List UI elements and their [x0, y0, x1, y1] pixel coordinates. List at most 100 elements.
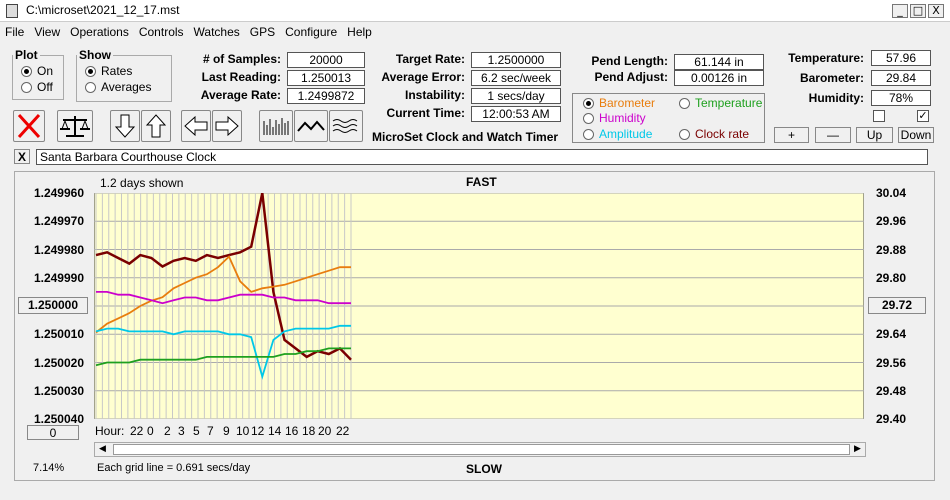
minus-button[interactable]: —: [815, 127, 851, 143]
arrow-left-icon: [184, 115, 208, 137]
hour-tick: 18: [302, 424, 316, 438]
show-rates-radio[interactable]: Rates: [85, 63, 171, 79]
plot-legend: Plot: [15, 48, 38, 62]
close-window-button[interactable]: X: [928, 4, 944, 18]
barometer-label: Barometer:: [799, 71, 864, 85]
sensor-humidity-radio[interactable]: Humidity: [583, 111, 646, 125]
left-tick-label: 1.249990: [33, 270, 84, 285]
scale-icon: [60, 116, 90, 137]
average-rate-label: Average Rate:: [200, 88, 281, 102]
show-averages-radio[interactable]: Averages: [85, 79, 171, 95]
bar-view-button[interactable]: [259, 110, 293, 142]
arrow-up-icon: [145, 114, 167, 138]
plot-off-label: Off: [37, 80, 53, 94]
sensor-temperature-label: Temperature: [695, 96, 763, 110]
scroll-up-button[interactable]: [141, 110, 171, 142]
scroll-left-button[interactable]: [181, 110, 211, 142]
app-icon: [6, 4, 18, 18]
maximize-button[interactable]: □: [910, 4, 926, 18]
wave-icon: [297, 120, 325, 132]
radio-dot: [85, 65, 96, 77]
scroll-right-button[interactable]: [212, 110, 242, 142]
sensor-selector: Barometer Temperature Humidity Amplitude…: [572, 93, 765, 143]
smooth-view-button[interactable]: [329, 110, 363, 142]
red-x-icon: [17, 113, 41, 139]
menu-help[interactable]: Help: [342, 22, 377, 39]
line-view-button[interactable]: [294, 110, 328, 142]
sensor-clockrate-label: Clock rate: [695, 127, 750, 141]
humidity-label: Humidity:: [808, 91, 864, 105]
humidity-value: 78%: [871, 90, 931, 106]
option-checkbox-1[interactable]: [873, 110, 885, 122]
hour-tick: 12: [251, 424, 265, 438]
hour-tick: 14: [268, 424, 282, 438]
temperature-label: Temperature:: [788, 51, 864, 65]
hour-tick: 7: [207, 424, 214, 438]
up-button[interactable]: Up: [856, 127, 893, 143]
multi-wave-icon: [332, 119, 358, 133]
scroll-right-arrow-icon[interactable]: ▶: [850, 443, 865, 456]
menu-view[interactable]: View: [29, 22, 65, 39]
radio-dot: [583, 97, 594, 109]
hour-tick: 22: [336, 424, 350, 438]
balance-button[interactable]: [57, 110, 93, 142]
menu-watches[interactable]: Watches: [189, 22, 245, 39]
hour-tick: 22: [130, 424, 144, 438]
hour-tick: 20: [318, 424, 332, 438]
stop-button[interactable]: [13, 110, 45, 142]
center-barometer-button[interactable]: 29.72: [868, 297, 926, 314]
plot-on-radio[interactable]: On: [21, 63, 63, 79]
menu-configure[interactable]: Configure: [280, 22, 342, 39]
average-rate-value: 1.2499872: [287, 88, 365, 104]
pend-length-value: 61.144 in: [674, 54, 764, 70]
menu-operations[interactable]: Operations: [65, 22, 134, 39]
menu-file[interactable]: File: [0, 22, 29, 39]
sensor-clockrate-radio[interactable]: Clock rate: [679, 127, 749, 141]
horizontal-scrollbar[interactable]: ◀ ▶: [94, 442, 866, 457]
minimize-button[interactable]: _: [892, 4, 908, 18]
sensor-amplitude-radio[interactable]: Amplitude: [583, 127, 652, 141]
right-tick-label: 29.80: [876, 270, 907, 285]
title-bar: C:\microset\2021_12_17.mst _ □ X: [0, 0, 950, 22]
clock-name-field[interactable]: Santa Barbara Courthouse Clock: [36, 149, 928, 165]
target-rate-label: Target Rate:: [395, 52, 465, 66]
menu-controls[interactable]: Controls: [134, 22, 189, 39]
percent-readout: 7.14%: [33, 462, 65, 474]
arrow-right-icon: [215, 115, 239, 137]
chart-plot: [94, 193, 864, 419]
offset-button[interactable]: 0: [27, 425, 79, 440]
last-reading-label: Last Reading:: [201, 70, 281, 84]
right-tick-label: 29.88: [876, 242, 907, 257]
plot-group: Plot On Off: [12, 48, 64, 100]
window-title: C:\microset\2021_12_17.mst: [26, 3, 180, 17]
plus-button[interactable]: +: [774, 127, 809, 143]
scroll-down-button[interactable]: [110, 110, 140, 142]
center-rate-button[interactable]: 1.250000: [18, 297, 88, 314]
sensor-amplitude-label: Amplitude: [599, 127, 653, 141]
left-tick-label: 1.250010: [33, 327, 84, 342]
clear-name-button[interactable]: X: [14, 149, 30, 164]
scrollbar-thumb[interactable]: [113, 444, 850, 455]
down-button[interactable]: Down: [898, 127, 934, 143]
instability-label: Instability:: [404, 88, 465, 102]
target-rate-value: 1.2500000: [471, 52, 561, 68]
average-error-label: Average Error:: [381, 70, 465, 84]
hour-tick: 10: [236, 424, 250, 438]
sensor-barometer-radio[interactable]: Barometer: [583, 96, 655, 110]
show-averages-label: Averages: [101, 80, 152, 94]
option-checkbox-2[interactable]: ✓: [917, 110, 929, 122]
pend-length-label: Pend Length:: [591, 54, 668, 68]
right-tick-label: 29.40: [876, 412, 907, 426]
hour-label: Hour:: [95, 424, 125, 438]
right-tick-label: 29.64: [876, 327, 907, 342]
sensor-temperature-radio[interactable]: Temperature: [679, 96, 762, 110]
right-tick-label: 29.48: [876, 383, 907, 398]
bars-icon: [263, 118, 289, 135]
plot-off-radio[interactable]: Off: [21, 79, 63, 95]
sensor-barometer-label: Barometer: [599, 96, 656, 110]
scroll-left-arrow-icon[interactable]: ◀: [95, 443, 110, 456]
menu-gps[interactable]: GPS: [245, 22, 280, 39]
radio-dot: [85, 81, 96, 93]
show-legend: Show: [79, 48, 111, 62]
pend-adjust-label: Pend Adjust:: [594, 70, 668, 84]
